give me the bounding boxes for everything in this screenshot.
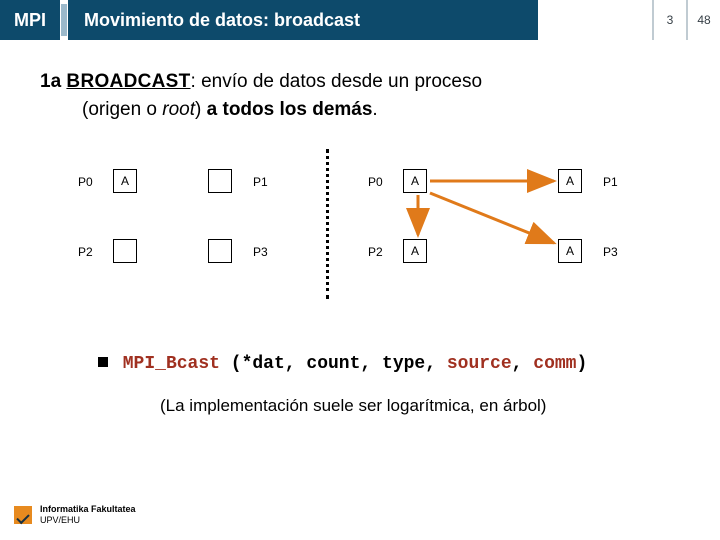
header-tag: MPI [0, 0, 60, 40]
fn-arg-comm: comm [533, 354, 576, 374]
heading-line-2: (origen o root) a todos los demás. [40, 96, 680, 124]
heading-text-1: : envío de datos desde un proceso [191, 71, 483, 92]
page-current: 3 [652, 0, 686, 40]
heading-indent-pre: (origen o [82, 99, 162, 120]
university-logo-icon [14, 506, 32, 524]
heading-indent-post: ) [195, 99, 207, 120]
broadcast-diagram: P0 A P1 P2 P3 P0 A A P1 P2 A A P3 [68, 169, 680, 309]
fn-sep1: , [285, 354, 307, 374]
heading-keyword: BROADCAST [66, 71, 190, 92]
fn-arg-dat: *dat [242, 354, 285, 374]
slide-header: MPI Movimiento de datos: broadcast 3 48 [0, 0, 720, 40]
heading-bold-tail: a todos los demás [207, 99, 373, 120]
heading-tag: 1a [40, 71, 61, 92]
fn-close: ) [576, 354, 587, 374]
heading-line-1: 1a BROADCAST: envío de datos desde un pr… [40, 68, 680, 96]
fn-arg-count: count [306, 354, 360, 374]
slide-body: 1a BROADCAST: envío de datos desde un pr… [0, 40, 720, 416]
header-title: Movimiento de datos: broadcast [68, 0, 538, 40]
function-signature: MPI_Bcast (*dat, count, type, source, co… [40, 353, 680, 374]
slide-footer: Informatika Fakultatea UPV/EHU [14, 504, 136, 526]
fn-sep3: , [425, 354, 447, 374]
header-spacer: 3 48 [538, 0, 720, 40]
heading-period: . [372, 99, 377, 120]
fn-name: MPI_Bcast [123, 354, 220, 374]
bullet-icon [98, 357, 108, 367]
broadcast-arrows [68, 169, 668, 309]
page-number-box: 3 48 [652, 0, 720, 40]
page-total: 48 [686, 0, 720, 40]
implementation-note: (La implementación suele ser logarítmica… [40, 396, 680, 416]
fn-open: ( [220, 354, 242, 374]
fn-sep2: , [360, 354, 382, 374]
footer-text: Informatika Fakultatea UPV/EHU [40, 504, 136, 526]
fn-arg-type: type [382, 354, 425, 374]
fn-arg-source: source [447, 354, 512, 374]
heading-root: root [162, 99, 195, 120]
header-divider [60, 0, 68, 40]
footer-line1: Informatika Fakultatea [40, 504, 136, 515]
footer-line2: UPV/EHU [40, 515, 136, 526]
fn-sep4: , [512, 354, 534, 374]
